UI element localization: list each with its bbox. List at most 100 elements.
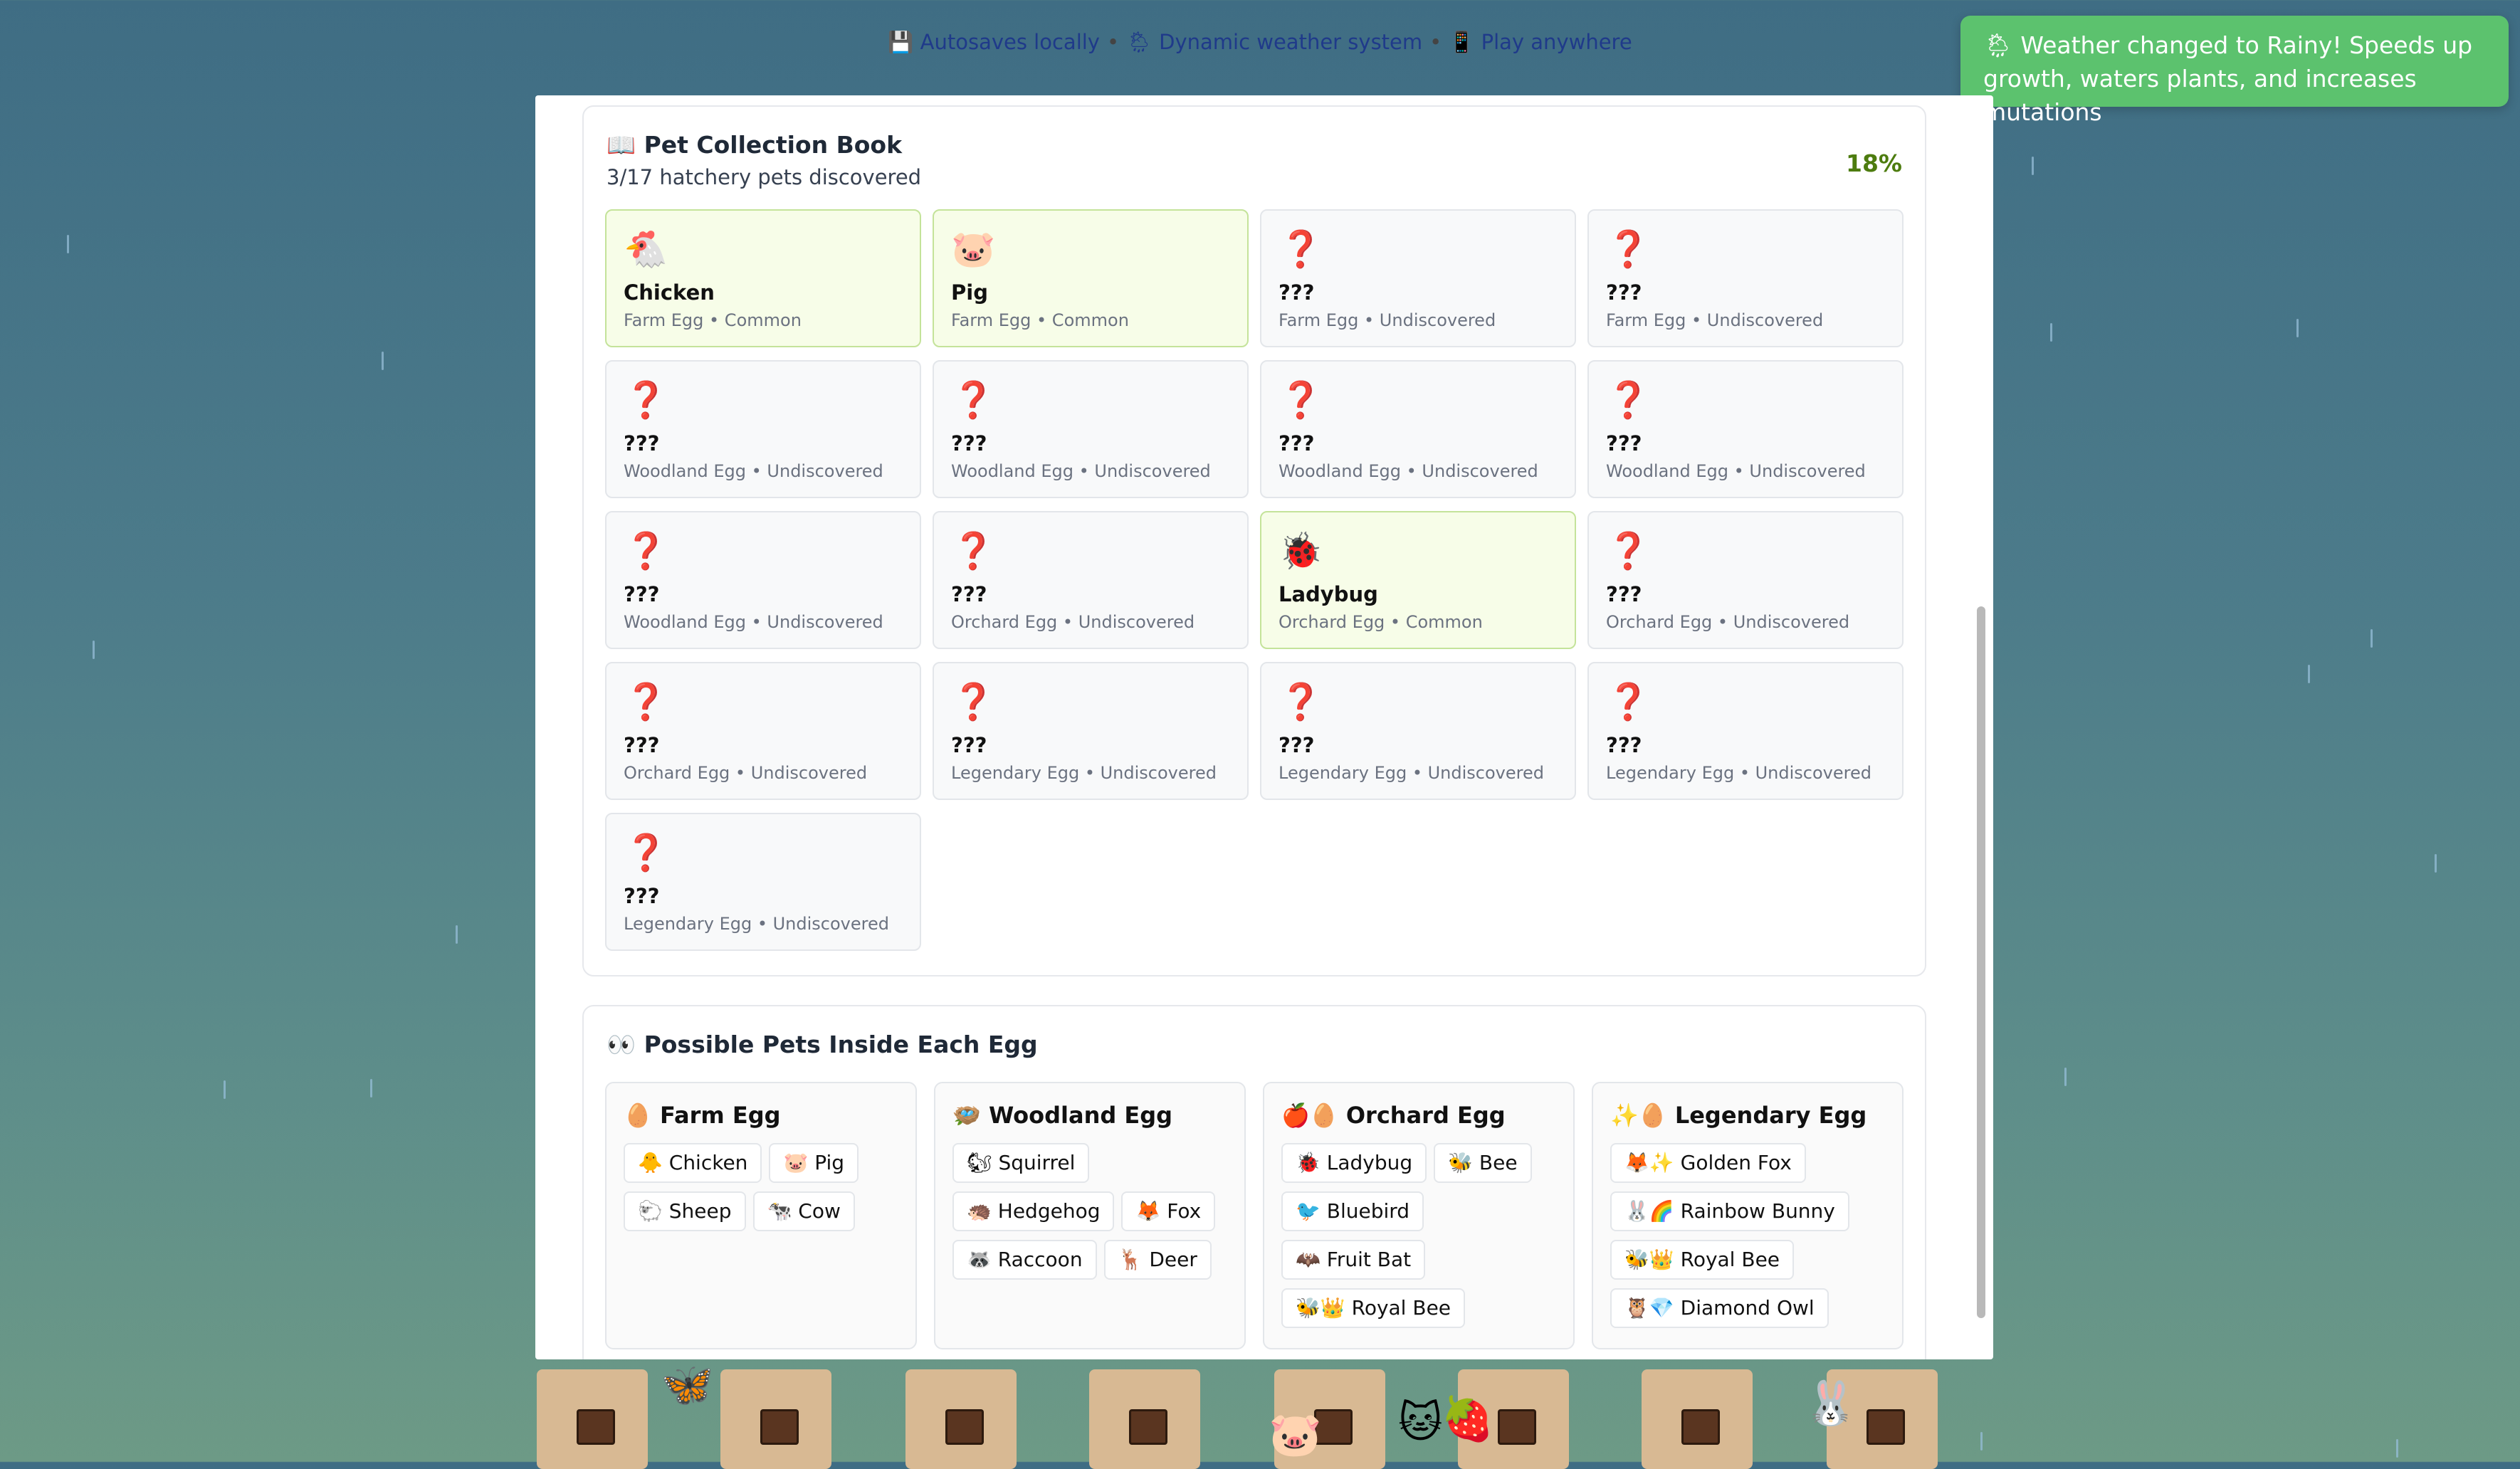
collection-cell[interactable]: ❓??? Woodland Egg • Undiscovered (933, 360, 1249, 498)
egg-card: 🥚 Farm Egg 🐥 Chicken 🐷 Pig 🐑 Sheep 🐄 Cow (605, 1082, 917, 1349)
pet-chip[interactable]: 🐑 Sheep (624, 1191, 746, 1231)
question-icon: ❓ (624, 530, 668, 572)
rain-drop (2296, 319, 2299, 337)
pet-name: ??? (624, 582, 660, 606)
collection-cell[interactable]: ❓??? Woodland Egg • Undiscovered (1260, 360, 1576, 498)
collection-cell[interactable]: ❓??? Orchard Egg • Undiscovered (605, 662, 921, 800)
weather-link[interactable]: 🌦 Dynamic weather system (1126, 30, 1422, 54)
pet-chip[interactable]: 🦊 Fox (1121, 1191, 1216, 1231)
pet-chip[interactable]: 🦉💎 Diamond Owl (1610, 1288, 1829, 1328)
garden-plot[interactable] (537, 1369, 648, 1469)
pet-name: ??? (951, 582, 987, 606)
pet-chip[interactable]: 🐰🌈 Rainbow Bunny (1610, 1191, 1849, 1231)
scrollbar-thumb[interactable] (1977, 606, 1985, 1318)
collection-cell[interactable]: ❓??? Woodland Egg • Undiscovered (605, 360, 921, 498)
rain-drop (2435, 854, 2437, 873)
autosave-link[interactable]: 💾 Autosaves locally (888, 30, 1100, 54)
pet-chip[interactable]: 🦔 Hedgehog (952, 1191, 1115, 1231)
pet-chip[interactable]: 🐿 Squirrel (952, 1143, 1090, 1183)
bunny-icon: 🐰 (1804, 1379, 1857, 1428)
play-anywhere-link[interactable]: 📱 Play anywhere (1449, 30, 1632, 54)
pet-name: ??? (951, 733, 987, 757)
pet-name: Pig (951, 280, 988, 305)
pet-name: ??? (1279, 733, 1315, 757)
collection-cell[interactable]: ❓??? Woodland Egg • Undiscovered (1587, 360, 1904, 498)
collection-percent: 18% (1846, 149, 1902, 177)
collection-cell[interactable]: 🐞 Ladybug Orchard Egg • Common (1260, 511, 1576, 649)
pet-chip[interactable]: 🐥 Chicken (624, 1143, 762, 1183)
pet-name: ??? (1606, 582, 1642, 606)
pet-meta: Orchard Egg • Undiscovered (1606, 612, 1850, 632)
rain-drop (370, 1079, 372, 1097)
rain-drop (382, 352, 384, 370)
pet-chip[interactable]: 🐝 Bee (1434, 1143, 1532, 1183)
garden-plot[interactable] (1642, 1369, 1753, 1469)
pet-name: ??? (1606, 431, 1642, 456)
pet-chip[interactable]: 🦇 Fruit Bat (1281, 1240, 1426, 1280)
question-icon: ❓ (951, 681, 996, 722)
pet-icon: 🐔 (624, 228, 668, 270)
pet-meta: Legendary Egg • Undiscovered (1279, 763, 1544, 783)
pet-meta: Orchard Egg • Undiscovered (951, 612, 1195, 632)
collection-cell[interactable]: ❓??? Orchard Egg • Undiscovered (933, 511, 1249, 649)
pet-name: ??? (624, 431, 660, 456)
modal-scrollbar[interactable] (1973, 95, 1989, 1359)
question-icon: ❓ (624, 379, 668, 421)
pet-meta: Legendary Egg • Undiscovered (1606, 763, 1871, 783)
collection-cell[interactable]: ❓??? Woodland Egg • Undiscovered (605, 511, 921, 649)
rain-drop (224, 1080, 226, 1099)
pet-name: ??? (1606, 280, 1642, 305)
soil-tile (1867, 1409, 1905, 1445)
pet-meta: Farm Egg • Undiscovered (1279, 310, 1496, 330)
question-icon: ❓ (1279, 681, 1323, 722)
weather-toast[interactable]: 🌦 Weather changed to Rainy! Speeds up gr… (1960, 16, 2509, 126)
collection-cell[interactable]: 🐔 Chicken Farm Egg • Common (605, 209, 921, 347)
garden-plot[interactable] (720, 1369, 831, 1469)
pet-meta: Legendary Egg • Undiscovered (624, 914, 889, 934)
pet-chip[interactable]: 🦝 Raccoon (952, 1240, 1097, 1280)
rain-drop (2032, 157, 2034, 175)
collection-cell[interactable]: 🐷 Pig Farm Egg • Common (933, 209, 1249, 347)
collection-cell[interactable]: ❓??? Legendary Egg • Undiscovered (605, 813, 921, 951)
collection-cell[interactable]: ❓??? Legendary Egg • Undiscovered (1587, 662, 1904, 800)
egg-title: 🍎🥚 Orchard Egg (1281, 1102, 1506, 1129)
garden-plot[interactable] (905, 1369, 1017, 1469)
egg-title: ✨🥚 Legendary Egg (1610, 1102, 1867, 1129)
pet-chips: 🦊✨ Golden Fox 🐰🌈 Rainbow Bunny 🐝👑 Royal Be… (1610, 1143, 1888, 1328)
pet-name: ??? (951, 431, 987, 456)
pet-chip[interactable]: 🐝👑 Royal Bee (1281, 1288, 1466, 1328)
egg-card: 🍎🥚 Orchard Egg 🐞 Ladybug 🐝 Bee 🐦 Bluebird 🦇 … (1263, 1082, 1575, 1349)
soil-tile (1681, 1409, 1720, 1445)
soil-tile (577, 1409, 615, 1445)
pet-chip[interactable]: 🐦 Bluebird (1281, 1191, 1424, 1231)
collection-cell[interactable]: ❓??? Farm Egg • Undiscovered (1587, 209, 1904, 347)
collection-cell[interactable]: ❓??? Orchard Egg • Undiscovered (1587, 511, 1904, 649)
question-icon: ❓ (1606, 530, 1651, 572)
pet-chip[interactable]: 🦊✨ Golden Fox (1610, 1143, 1806, 1183)
rain-drop (456, 925, 458, 944)
pet-name: ??? (624, 884, 660, 908)
rain-drop (93, 641, 95, 659)
pet-meta: Woodland Egg • Undiscovered (624, 461, 883, 481)
pet-chip[interactable]: 🐷 Pig (769, 1143, 859, 1183)
pet-name: ??? (1606, 733, 1642, 757)
pet-collection-book: 📖 Pet Collection Book 3/17 hatchery pets… (582, 105, 1926, 976)
cat-icon: 🐱 (1398, 1398, 1443, 1448)
collection-cell[interactable]: ❓??? Farm Egg • Undiscovered (1260, 209, 1576, 347)
question-icon: ❓ (624, 832, 668, 873)
pet-name: ??? (1279, 280, 1315, 305)
pet-chip[interactable]: 🐞 Ladybug (1281, 1143, 1427, 1183)
pet-meta: Farm Egg • Undiscovered (1606, 310, 1824, 330)
garden-plot[interactable] (1089, 1369, 1200, 1469)
pet-chips: 🐞 Ladybug 🐝 Bee 🐦 Bluebird 🦇 Fruit Bat 🐝👑 Ro… (1281, 1143, 1559, 1328)
question-icon: ❓ (1279, 379, 1323, 421)
collection-cell[interactable]: ❓??? Legendary Egg • Undiscovered (1260, 662, 1576, 800)
pet-chip[interactable]: 🐝👑 Royal Bee (1610, 1240, 1795, 1280)
question-icon: ❓ (1606, 379, 1651, 421)
pet-meta: Woodland Egg • Undiscovered (1606, 461, 1866, 481)
collection-modal: 📖 Pet Collection Book 3/17 hatchery pets… (535, 95, 1993, 1359)
pet-icon: 🐷 (951, 228, 996, 270)
pet-chip[interactable]: 🐄 Cow (752, 1191, 855, 1231)
collection-cell[interactable]: ❓??? Legendary Egg • Undiscovered (933, 662, 1249, 800)
pet-chip[interactable]: 🦌 Deer (1103, 1240, 1212, 1280)
